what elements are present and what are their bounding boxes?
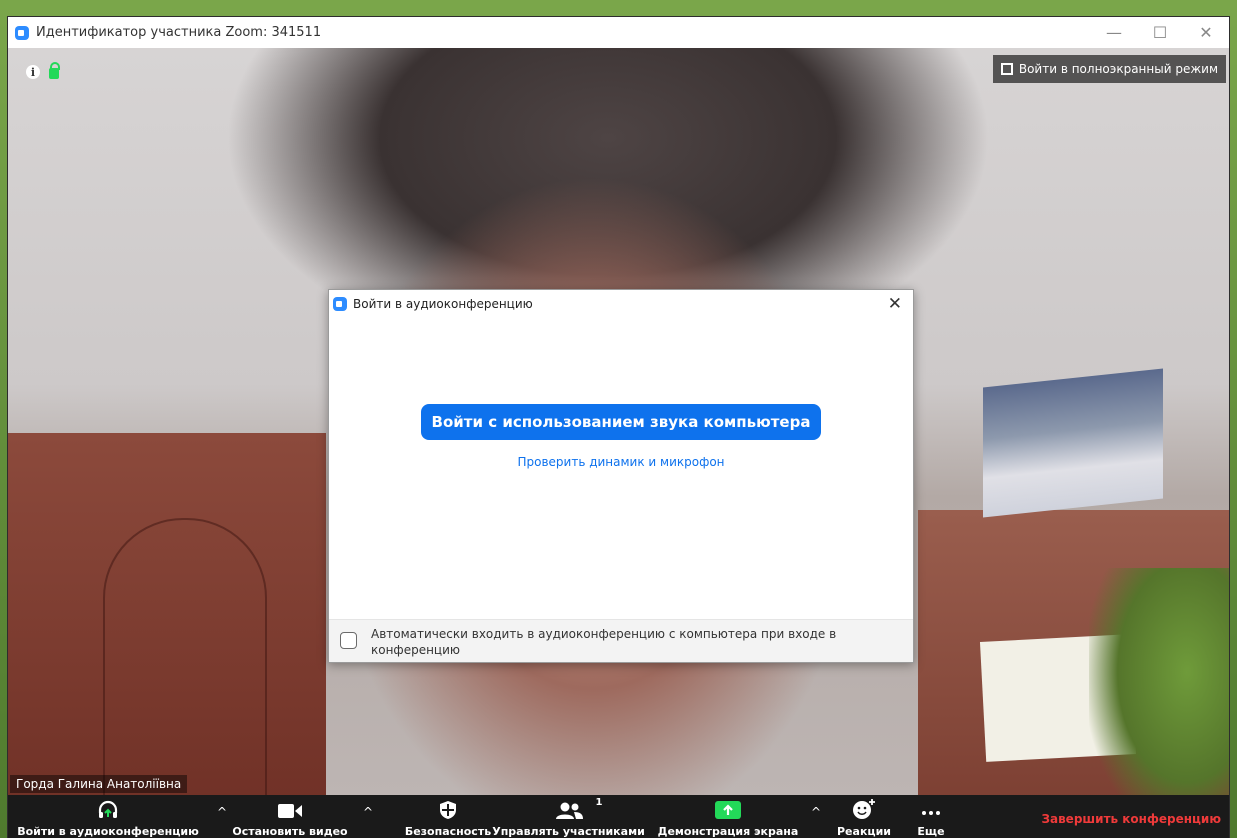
- dialog-footer: Автоматически входить в аудиоконференцию…: [329, 619, 913, 662]
- fullscreen-button[interactable]: Войти в полноэкранный режим: [992, 55, 1226, 83]
- participants-label: Управлять участниками: [492, 825, 645, 838]
- fullscreen-label: Войти в полноэкранный режим: [1018, 62, 1218, 76]
- meeting-info-icons: i: [26, 62, 60, 79]
- ellipsis-icon: [920, 797, 942, 820]
- reactions-button[interactable]: Реакции: [828, 795, 900, 838]
- auto-join-checkbox[interactable]: [340, 632, 357, 649]
- auto-join-label[interactable]: Автоматически входить в аудиоконференцию…: [371, 626, 871, 658]
- stop-video-label: Остановить видео: [232, 825, 348, 838]
- zoom-logo-icon: [333, 297, 347, 311]
- background-boxes: [983, 368, 1163, 518]
- zoom-logo-icon: [15, 25, 29, 40]
- share-screen-button[interactable]: Демонстрация экрана: [653, 795, 803, 838]
- participant-name-tag: Горда Галина Анатоліївна: [10, 775, 188, 793]
- participants-count: 1: [595, 797, 603, 808]
- dialog-title: Войти в аудиоконференцию: [353, 297, 533, 311]
- security-label: Безопасность: [404, 825, 492, 838]
- headphones-icon: [97, 797, 119, 820]
- join-audio-button[interactable]: Войти в аудиоконференцию: [8, 795, 208, 838]
- more-button[interactable]: Еще: [901, 795, 961, 838]
- window-controls: — ☐ ✕: [1091, 17, 1229, 48]
- share-screen-label: Демонстрация экрана: [657, 825, 799, 838]
- background-plant: [1089, 568, 1229, 795]
- video-camera-icon: [277, 797, 303, 820]
- window-title: Идентификатор участника Zoom: 341511: [36, 25, 322, 40]
- test-speaker-mic-link[interactable]: Проверить динамик и микрофон: [329, 455, 913, 469]
- share-screen-icon: [714, 797, 742, 820]
- security-button[interactable]: Безопасность: [400, 795, 496, 838]
- background-cabinet-arch: [103, 518, 267, 795]
- maximize-button[interactable]: ☐: [1137, 17, 1183, 48]
- zoom-meeting-window: Идентификатор участника Zoom: 341511 — ☐…: [8, 17, 1229, 838]
- dialog-title-bar: Войти в аудиоконференцию: [329, 290, 913, 318]
- info-icon[interactable]: i: [26, 65, 40, 79]
- meeting-toolbar: Войти в аудиоконференцию ^ Остановить ви…: [8, 795, 1229, 838]
- lock-icon[interactable]: [49, 62, 60, 79]
- share-options-caret[interactable]: ^: [811, 805, 821, 819]
- shield-icon: [439, 797, 457, 820]
- video-options-caret[interactable]: ^: [363, 805, 373, 819]
- join-computer-audio-button[interactable]: Войти с использованием звука компьютера: [421, 404, 821, 440]
- more-label: Еще: [917, 825, 945, 838]
- join-audio-label: Войти в аудиоконференцию: [17, 825, 199, 838]
- minimize-button[interactable]: —: [1091, 17, 1137, 48]
- fullscreen-icon: [1000, 63, 1013, 75]
- title-bar: Идентификатор участника Zoom: 341511 — ☐…: [8, 17, 1229, 49]
- end-meeting-button[interactable]: Завершить конференцию: [1041, 812, 1221, 826]
- smiley-plus-icon: [852, 797, 876, 820]
- close-window-button[interactable]: ✕: [1183, 17, 1229, 48]
- join-audio-dialog: Войти в аудиоконференцию ✕ Войти с испол…: [328, 289, 914, 663]
- participants-icon: 1: [554, 797, 602, 820]
- participants-button[interactable]: 1 Управлять участниками: [492, 795, 645, 838]
- dialog-close-button[interactable]: ✕: [888, 294, 902, 314]
- audio-options-caret[interactable]: ^: [217, 805, 227, 819]
- stop-video-button[interactable]: Остановить видео: [230, 795, 350, 838]
- reactions-label: Реакции: [837, 825, 891, 838]
